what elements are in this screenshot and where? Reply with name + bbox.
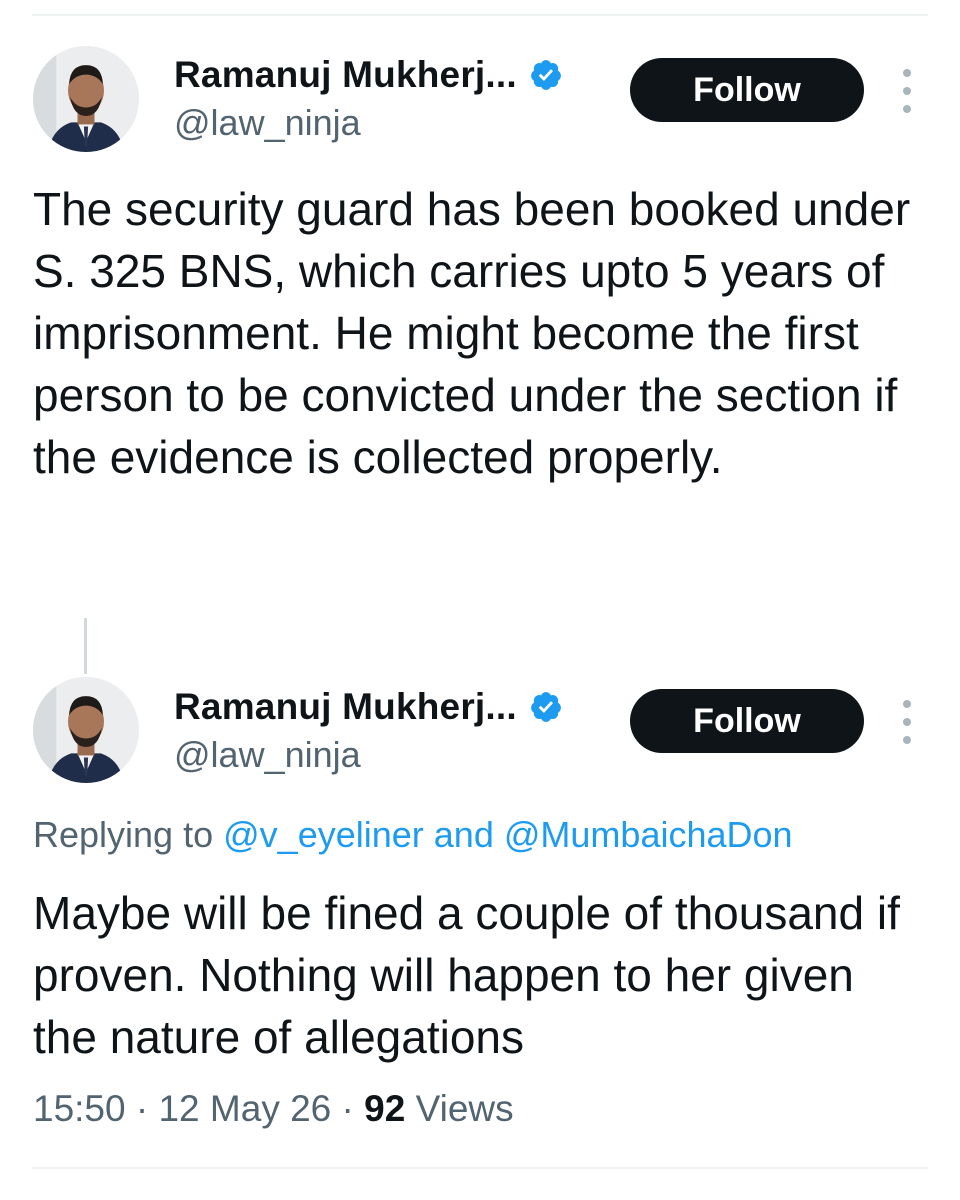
follow-button[interactable]: Follow [630,689,864,753]
tweet-text: The security guard has been booked under… [33,183,911,483]
follow-button[interactable]: Follow [630,58,864,122]
mention-link[interactable]: @MumbaichaDon [504,814,793,855]
avatar[interactable] [33,677,139,783]
meta-separator: · [135,1088,149,1129]
tweet-text: Maybe will be fined a couple of thousand… [33,887,900,1063]
avatar-photo [33,46,139,152]
meta-separator: · [341,1088,354,1129]
tweet-time[interactable]: 15:50 [33,1088,126,1129]
author-name[interactable]: Ramanuj Mukherj... [174,686,517,728]
author-handle[interactable]: @law_ninja [174,734,361,776]
avatar[interactable] [33,46,139,152]
avatar-photo [33,677,139,783]
replying-to-line: Replying to @v_eyeliner and @MumbaichaDo… [33,814,793,856]
more-options-icon[interactable] [895,700,919,744]
author-handle[interactable]: @law_ninja [174,102,361,144]
views-label[interactable]: Views [416,1088,514,1129]
top-divider [32,14,928,16]
thread-connector-line [84,618,87,674]
bottom-divider [32,1167,928,1169]
author-name[interactable]: Ramanuj Mukherj... [174,54,517,96]
views-count[interactable]: 92 [364,1088,405,1129]
replying-conjunction[interactable]: and [434,814,494,855]
tweet-date[interactable]: 12 May 26 [158,1088,331,1129]
verified-badge-icon[interactable] [529,690,563,724]
tweet-metadata: 15:50 · 12 May 26 · 92 Views [33,1088,514,1130]
mention-link[interactable]: @v_eyeliner [223,814,424,855]
more-options-icon[interactable] [895,69,919,113]
verified-badge-icon[interactable] [529,58,563,92]
replying-prefix: Replying to [33,814,214,855]
